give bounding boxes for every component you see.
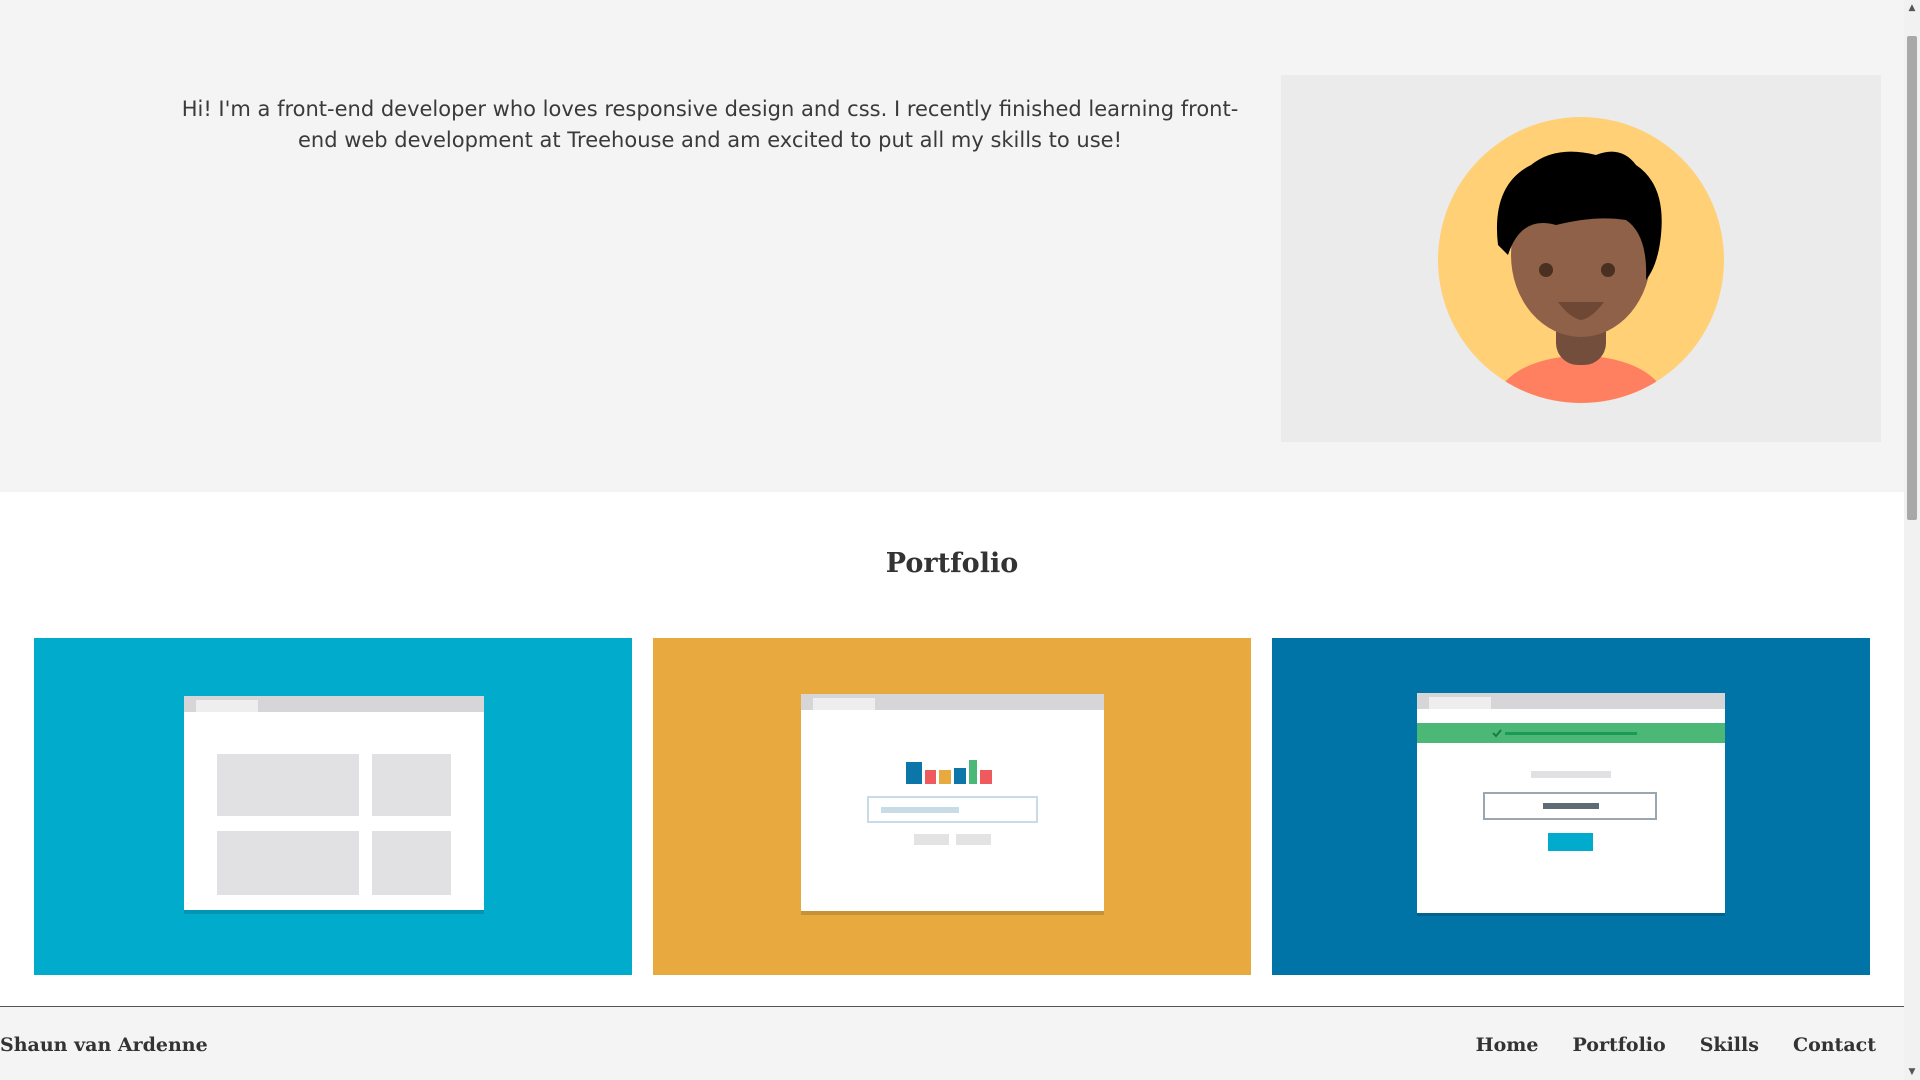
footer: Shaun van Ardenne Home Portfolio Skills … bbox=[0, 1006, 1904, 1080]
footer-nav: Home Portfolio Skills Contact bbox=[1476, 1034, 1876, 1056]
portfolio-card-1[interactable] bbox=[34, 638, 632, 975]
page: Hi! I'm a front-end developer who loves … bbox=[0, 0, 1904, 1080]
nav-home-link[interactable]: Home bbox=[1476, 1034, 1539, 1056]
portfolio-card-2[interactable] bbox=[653, 638, 1251, 975]
hero-section: Hi! I'm a front-end developer who loves … bbox=[0, 0, 1904, 492]
scroll-up-arrow-icon[interactable]: ▲ bbox=[1904, 0, 1920, 16]
vertical-scrollbar[interactable]: ▲ ▼ bbox=[1904, 0, 1920, 1080]
avatar-box bbox=[1281, 75, 1881, 442]
chart-form-mockup-icon bbox=[801, 694, 1104, 915]
login-form-mockup-icon bbox=[1417, 693, 1725, 916]
portfolio-title: Portfolio bbox=[885, 548, 1019, 579]
scroll-down-arrow-icon[interactable]: ▼ bbox=[1904, 1064, 1920, 1080]
nav-skills-link[interactable]: Skills bbox=[1700, 1034, 1759, 1056]
nav-portfolio-link[interactable]: Portfolio bbox=[1573, 1034, 1666, 1056]
intro-text: Hi! I'm a front-end developer who loves … bbox=[181, 97, 1239, 152]
layout-mockup-icon bbox=[184, 696, 484, 914]
footer-brand[interactable]: Shaun van Ardenne bbox=[0, 1034, 208, 1056]
avatar-illustration bbox=[1438, 117, 1724, 403]
nav-contact-link[interactable]: Contact bbox=[1793, 1034, 1876, 1056]
scrollbar-thumb[interactable] bbox=[1907, 36, 1917, 520]
portfolio-card-3[interactable] bbox=[1272, 638, 1870, 975]
